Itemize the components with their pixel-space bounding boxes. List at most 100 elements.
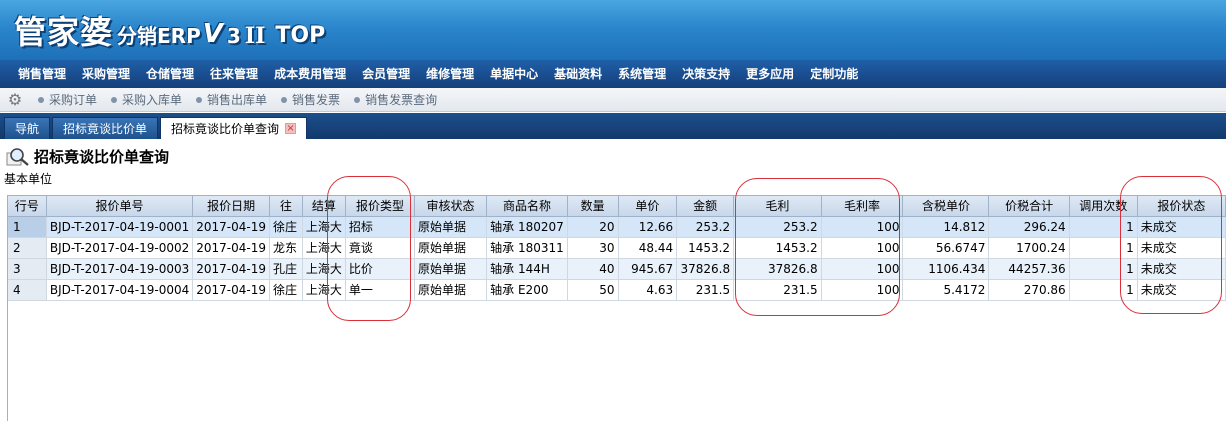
quick-link-invoice-query[interactable]: 销售发票查询	[354, 91, 437, 108]
column-header[interactable]: 行号	[8, 196, 47, 217]
column-header[interactable]: 报价日期	[192, 196, 270, 217]
menu-item-sales[interactable]: 销售管理	[10, 60, 74, 88]
table-cell: 徐庄	[269, 216, 303, 238]
tab-label: 招标竟谈比价单	[63, 122, 148, 136]
table-cell: 2017-04-19	[192, 258, 270, 280]
menu-item-more-apps[interactable]: 更多应用	[738, 60, 802, 88]
table-cell: 单一	[345, 279, 415, 301]
bid-query-table: 行号 报价单号 报价日期 往 结算 报价类型 审核状态 商品名称 数量 单价 金…	[7, 195, 1226, 421]
quick-link-label: 采购入库单	[122, 93, 183, 107]
bullet-icon	[281, 96, 288, 103]
column-header[interactable]: 报价类型	[345, 196, 415, 217]
brand-top: TOP	[275, 23, 326, 48]
unit-label: 基本单位	[4, 172, 53, 186]
table-cell: 未成交	[1137, 258, 1226, 280]
table-row[interactable]: 3 BJD-T-2017-04-19-0003 2017-04-19 孔庄 上海…	[8, 258, 1226, 280]
table-cell: BJD-T-2017-04-19-0002	[46, 237, 194, 259]
column-header[interactable]: 报价单号	[46, 196, 194, 217]
menu-item-accounts[interactable]: 往来管理	[202, 60, 266, 88]
menu-item-purchase[interactable]: 采购管理	[74, 60, 138, 88]
menu-item-system[interactable]: 系统管理	[610, 60, 674, 88]
table-cell: 231.5	[733, 279, 822, 301]
table-cell: 孔庄	[269, 258, 303, 280]
table-cell: 44257.36	[988, 258, 1070, 280]
menu-item-cost[interactable]: 成本费用管理	[266, 60, 354, 88]
table-cell: 原始单据	[414, 237, 488, 259]
brand-sub: 分销ERP	[117, 24, 201, 48]
table-cell: 2	[8, 237, 47, 259]
column-header[interactable]: 商品名称	[486, 196, 568, 217]
column-header[interactable]: 单价	[618, 196, 678, 217]
bullet-icon	[196, 96, 203, 103]
brand-main: 管家婆	[14, 13, 114, 51]
column-header[interactable]: 毛利	[733, 196, 822, 217]
gear-icon[interactable]: ⚙	[6, 90, 24, 109]
table-cell: 徐庄	[269, 279, 303, 301]
table-cell: 1	[8, 216, 47, 238]
quick-link-purchase-receipt[interactable]: 采购入库单	[111, 91, 182, 108]
table-cell: 轴承 144H	[486, 258, 568, 280]
table-row[interactable]: 4 BJD-T-2017-04-19-0004 2017-04-19 徐庄 上海…	[8, 279, 1226, 301]
quick-link-purchase-order[interactable]: 采购订单	[38, 91, 97, 108]
menu-item-basic-data[interactable]: 基础资料	[546, 60, 610, 88]
table-cell: 270.86	[988, 279, 1070, 301]
table-header-row: 行号 报价单号 报价日期 往 结算 报价类型 审核状态 商品名称 数量 单价 金…	[8, 196, 1226, 217]
table-cell: 37826.8	[676, 258, 735, 280]
menu-item-warehouse[interactable]: 仓储管理	[138, 60, 202, 88]
table-cell: 原始单据	[414, 258, 488, 280]
quick-link-sales-outbound[interactable]: 销售出库单	[196, 91, 267, 108]
table-cell: 轴承 180207	[486, 216, 568, 238]
column-header[interactable]: 调用次数	[1069, 196, 1138, 217]
column-header[interactable]: 审核状态	[414, 196, 488, 217]
table-cell: 12.66	[618, 216, 678, 238]
table-cell: 30	[567, 237, 619, 259]
table-cell: 上海大	[302, 258, 346, 280]
app-logo: 管家婆 分销ERP V3 II TOP	[14, 8, 325, 52]
column-header[interactable]: 毛利率	[821, 196, 904, 217]
column-header[interactable]: 含税单价	[902, 196, 990, 217]
menu-item-documents[interactable]: 单据中心	[482, 60, 546, 88]
close-icon[interactable]: ×	[285, 123, 297, 134]
table-cell: 253.2	[676, 216, 735, 238]
table-cell: 1	[1069, 237, 1138, 259]
table-row[interactable]: 1 BJD-T-2017-04-19-0001 2017-04-19 徐庄 上海…	[8, 216, 1226, 238]
menu-item-members[interactable]: 会员管理	[354, 60, 418, 88]
table-cell: 未成交	[1137, 216, 1226, 238]
table-cell: 5.4172	[902, 279, 990, 301]
table-cell: 100	[821, 279, 904, 301]
table-cell: BJD-T-2017-04-19-0004	[46, 279, 194, 301]
column-header[interactable]: 金额	[676, 196, 735, 217]
menu-item-decision[interactable]: 决策支持	[674, 60, 738, 88]
table-cell: 未成交	[1137, 279, 1226, 301]
table-cell: 1106.434	[902, 258, 990, 280]
tab-bid-comparison-query[interactable]: 招标竟谈比价单查询 ×	[160, 117, 308, 139]
table-cell: 上海大	[302, 216, 346, 238]
column-header[interactable]: 结算	[302, 196, 346, 217]
column-header[interactable]: 往	[269, 196, 303, 217]
quick-link-label: 销售发票	[292, 93, 341, 107]
search-icon	[6, 147, 30, 167]
table-cell: 2017-04-19	[192, 279, 270, 301]
brand-num: 3	[226, 24, 241, 48]
table-cell: 1	[1069, 216, 1138, 238]
menu-item-repair[interactable]: 维修管理	[418, 60, 482, 88]
quick-link-label: 销售出库单	[207, 93, 268, 107]
table-cell: 100	[821, 258, 904, 280]
quick-link-sales-invoice[interactable]: 销售发票	[281, 91, 340, 108]
tab-bid-comparison[interactable]: 招标竟谈比价单	[52, 117, 159, 139]
column-header[interactable]: 报价状态	[1137, 196, 1226, 217]
table-cell: BJD-T-2017-04-19-0003	[46, 258, 194, 280]
tab-label: 招标竟谈比价单查询	[171, 121, 280, 136]
tab-navigation[interactable]: 导航	[4, 117, 51, 139]
menu-item-custom[interactable]: 定制功能	[802, 60, 866, 88]
table-cell: 56.6747	[902, 237, 990, 259]
quick-link-label: 销售发票查询	[365, 93, 438, 107]
table-cell: 1700.24	[988, 237, 1070, 259]
column-header[interactable]: 数量	[567, 196, 619, 217]
table-cell: 40	[567, 258, 619, 280]
page-title: 招标竟谈比价单查询	[34, 148, 170, 166]
column-header[interactable]: 价税合计	[988, 196, 1070, 217]
table-row[interactable]: 2 BJD-T-2017-04-19-0002 2017-04-19 龙东 上海…	[8, 237, 1226, 259]
table-cell: 50	[567, 279, 619, 301]
main-menu: 销售管理 采购管理 仓储管理 往来管理 成本费用管理 会员管理 维修管理 单据中…	[0, 60, 1226, 88]
